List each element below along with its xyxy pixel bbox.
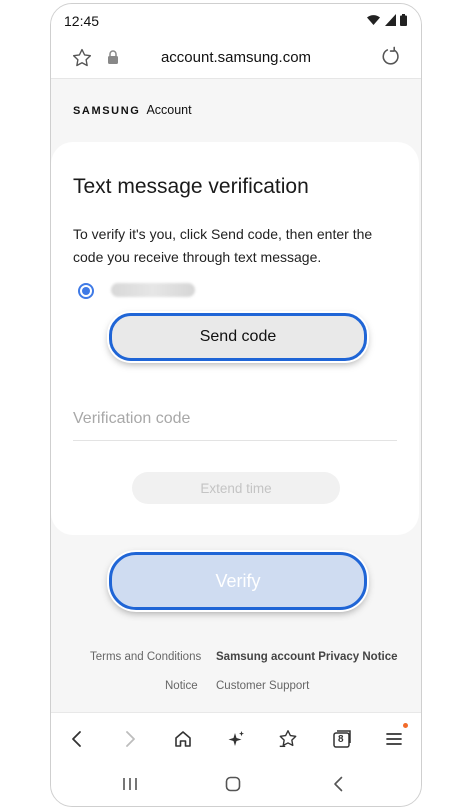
phone-number-radio[interactable] xyxy=(78,283,94,299)
customer-support-link[interactable]: Customer Support xyxy=(216,680,309,692)
phone-frame: 12:45 account.samsung.com SAMSUNG Accoun… xyxy=(50,3,422,807)
home-icon xyxy=(175,731,191,747)
verify-button[interactable]: Verify xyxy=(109,552,367,610)
browser-toolbar: 8 xyxy=(51,712,421,763)
address-bar: account.samsung.com xyxy=(51,38,421,79)
back-icon xyxy=(72,731,81,747)
battery-icon xyxy=(400,14,407,26)
privacy-notice-link[interactable]: Samsung account Privacy Notice xyxy=(216,651,398,663)
system-nav-bar xyxy=(51,762,421,806)
brand-product: Account xyxy=(146,103,192,117)
signal-icon xyxy=(385,14,396,26)
extend-time-button[interactable]: Extend time xyxy=(132,472,340,504)
menu-button[interactable] xyxy=(382,723,408,751)
url-text[interactable]: account.samsung.com xyxy=(51,49,421,66)
terms-link[interactable]: Terms and Conditions xyxy=(90,651,201,663)
menu-icon xyxy=(386,733,402,745)
verification-code-input[interactable]: Verification code xyxy=(73,410,190,428)
forward-button[interactable] xyxy=(118,727,142,751)
bookmarks-button[interactable] xyxy=(276,727,300,751)
recent-apps-icon[interactable] xyxy=(121,775,139,793)
tab-count: 8 xyxy=(338,734,344,745)
brand-logo-text: SAMSUNG xyxy=(73,105,141,117)
reload-icon[interactable] xyxy=(380,46,402,68)
phone-number-blurred xyxy=(111,283,195,297)
verification-card: Text message verification To verify it's… xyxy=(51,142,419,535)
samsung-account-logo: SAMSUNG Account xyxy=(73,103,192,117)
verification-description: To verify it's you, click Send code, the… xyxy=(73,226,373,265)
home-button[interactable] xyxy=(171,727,195,751)
notice-link[interactable]: Notice xyxy=(165,680,198,692)
page-title: Text message verification xyxy=(73,175,309,198)
bookmarks-icon xyxy=(279,730,297,748)
send-code-button[interactable]: Send code xyxy=(109,313,367,361)
back-button[interactable] xyxy=(65,727,89,751)
home-nav-icon[interactable] xyxy=(224,775,242,793)
tabs-button[interactable]: 8 xyxy=(330,727,354,751)
forward-icon xyxy=(126,731,135,747)
notification-dot xyxy=(403,723,408,728)
back-nav-icon[interactable] xyxy=(330,775,348,793)
status-bar: 12:45 xyxy=(51,4,421,38)
wifi-icon xyxy=(367,15,380,25)
page-content: SAMSUNG Account Text message verification… xyxy=(51,79,421,711)
ai-assistant-button[interactable] xyxy=(224,727,248,751)
status-icons xyxy=(366,14,407,26)
ai-sparkle-icon xyxy=(228,731,244,746)
input-underline xyxy=(73,440,397,441)
status-time: 12:45 xyxy=(64,13,100,29)
